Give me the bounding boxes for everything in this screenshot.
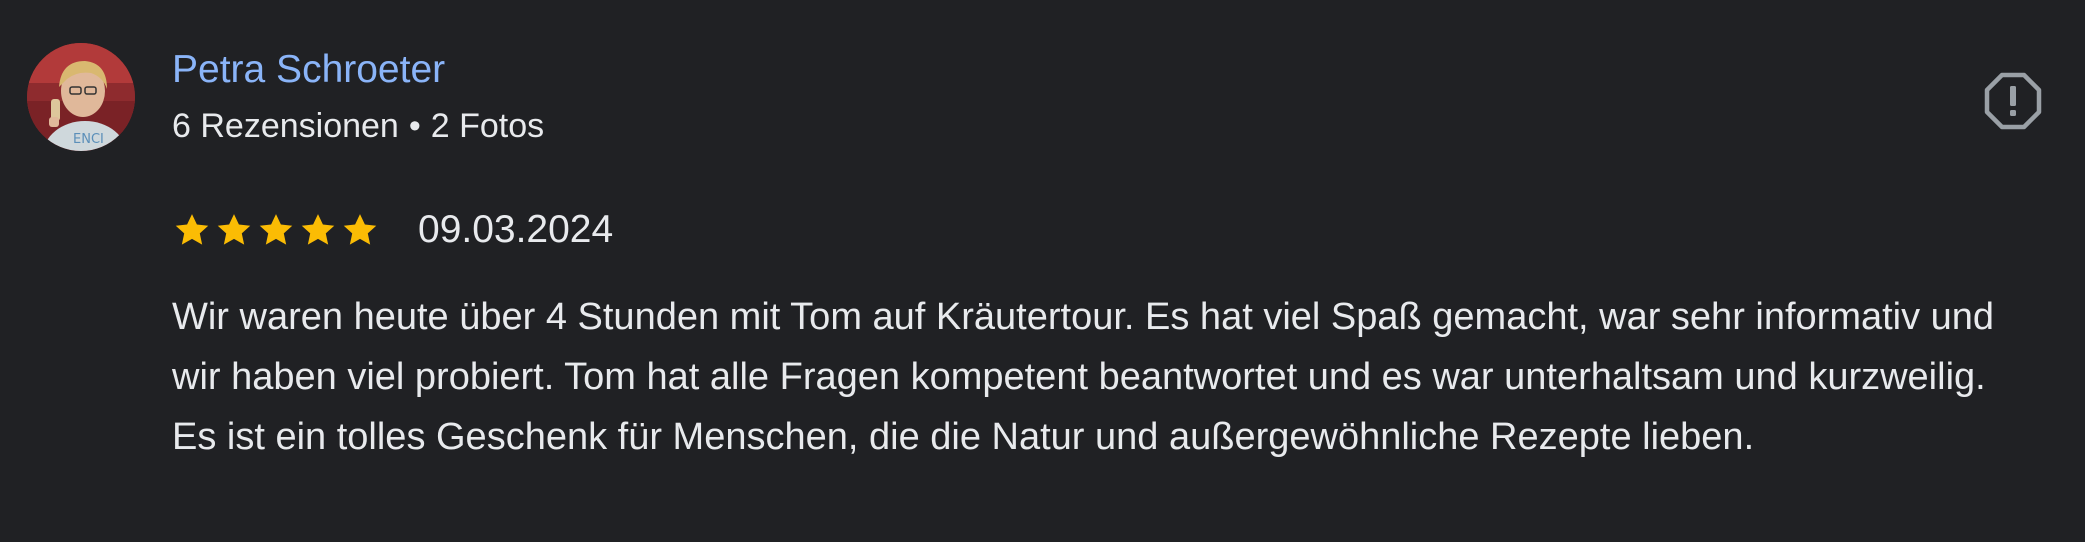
author-avatar[interactable]: ENCI (27, 43, 135, 151)
meta-separator: • (408, 107, 421, 145)
reviews-count: 6 Rezensionen (172, 107, 399, 145)
star-icon (301, 214, 335, 245)
star-icon (175, 214, 209, 245)
review-card: ENCI Petra Schroeter 6 Rezensionen • 2 Fot… (0, 0, 2085, 542)
star-icon (343, 214, 377, 245)
star-icon (259, 214, 293, 245)
report-icon (1984, 72, 2042, 130)
star-icon (217, 214, 251, 245)
review-text: Wir waren heute über 4 Stunden mit Tom a… (172, 296, 1995, 458)
rating-row: 09.03.2024 (172, 202, 613, 258)
photos-count: 2 Fotos (430, 107, 545, 145)
star-rating (172, 210, 382, 250)
avatar-image: ENCI (27, 43, 135, 151)
author-meta: 6 Rezensionen • 2 Fotos (172, 102, 544, 150)
review-date: 09.03.2024 (418, 208, 614, 251)
report-button[interactable] (1984, 72, 2042, 130)
svg-text:ENCI: ENCI (73, 132, 104, 147)
author-name[interactable]: Petra Schroeter (172, 44, 445, 96)
